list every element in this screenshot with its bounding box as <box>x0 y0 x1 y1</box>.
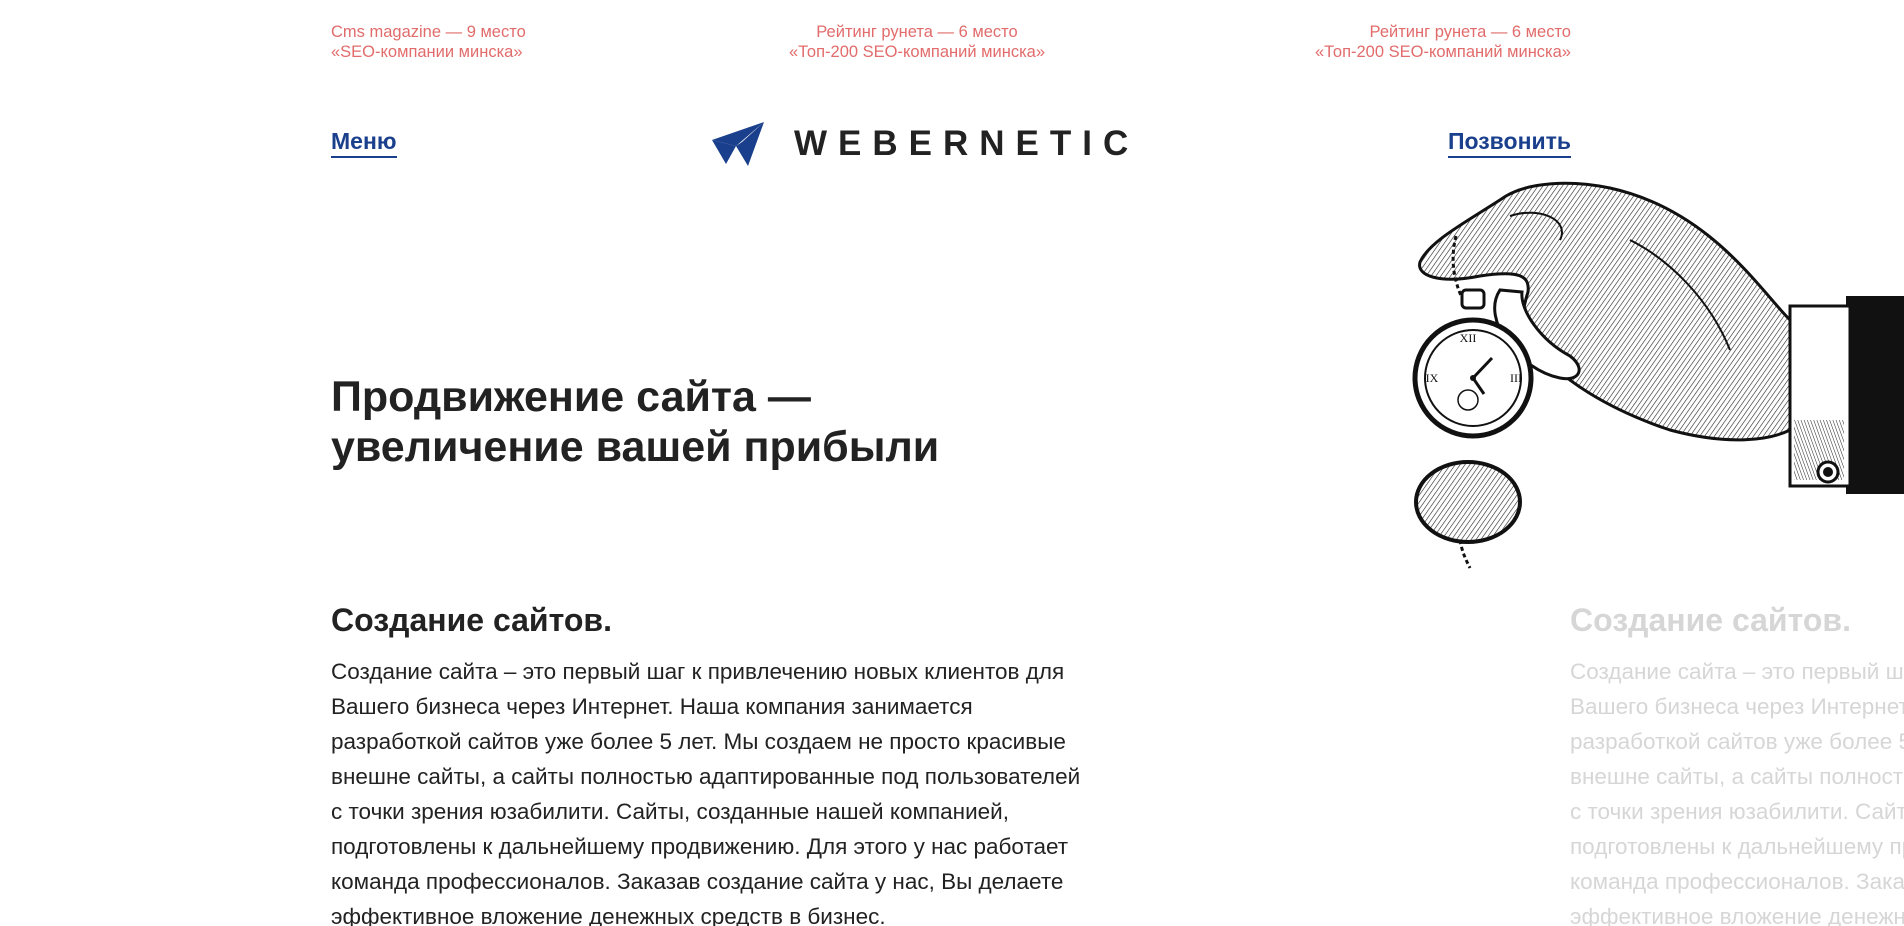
menu-link[interactable]: Меню <box>331 128 397 158</box>
hero-title-line: Продвижение сайта — <box>331 373 811 421</box>
svg-text:IX: IX <box>1426 371 1439 385</box>
rating-line: Рейтинг рунета — 6 место <box>1369 23 1571 41</box>
rating-cms-magazine: Cms magazine — 9 место «SEO-компании мин… <box>331 22 526 62</box>
section-text: Создание сайта – это первый шаг к привле… <box>331 659 1081 926</box>
rating-line: «Топ-200 SEO-компаний минска» <box>1314 43 1571 61</box>
rating-runet-right: Рейтинг рунета — 6 место «Топ-200 SEO-ко… <box>1315 22 1571 62</box>
rating-line: Рейтинг рунета — 6 место <box>816 23 1018 41</box>
hero-title-line: увеличение вашей прибыли <box>331 423 940 471</box>
hand-holding-pocket-watch-icon: XII III IX <box>1412 181 1904 569</box>
svg-text:III: III <box>1510 371 1522 385</box>
logo-text: WEBERNETIC <box>794 124 1140 163</box>
rating-runet-center: Рейтинг рунета — 6 место «Топ-200 SEO-ко… <box>732 22 1102 62</box>
call-link[interactable]: Позвонить <box>1447 128 1571 158</box>
page: Cms magazine — 9 место «SEO-компании мин… <box>0 0 1904 926</box>
rating-line: «SEO-компании минска» <box>331 43 523 61</box>
section-title: Создание сайтов. <box>331 602 612 638</box>
paper-plane-logo-icon <box>712 122 764 166</box>
next-slide-text: Создание сайта – это первый шаг к привле… <box>1570 659 1904 926</box>
rating-line: «Топ-200 SEO-компаний минска» <box>788 43 1046 61</box>
hero-title: Продвижение сайта — увеличение вашей при… <box>331 372 1051 472</box>
logo[interactable]: WEBERNETIC <box>712 120 1139 168</box>
svg-text:XII: XII <box>1460 331 1477 345</box>
rating-line: Cms magazine — 9 место <box>331 23 526 41</box>
